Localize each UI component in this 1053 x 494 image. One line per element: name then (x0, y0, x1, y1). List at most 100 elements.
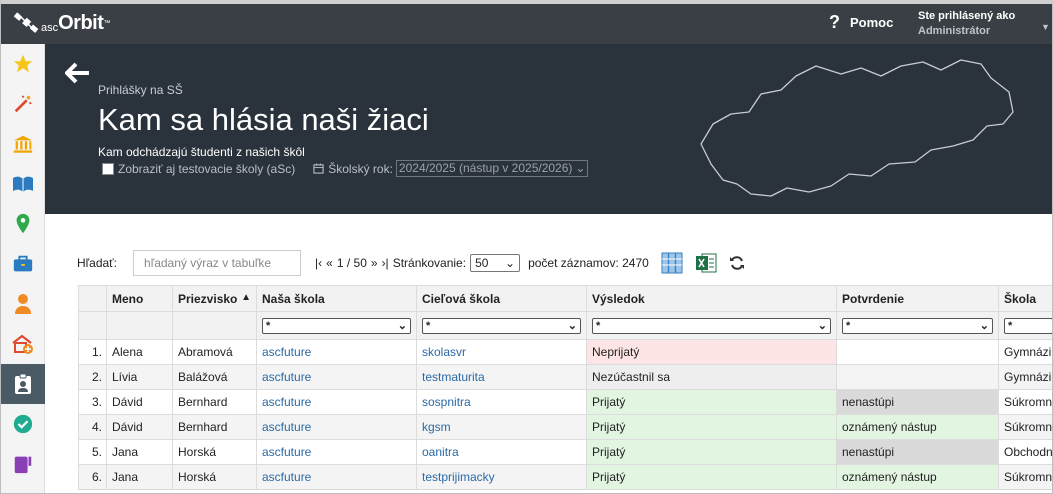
school-plus-icon (12, 334, 33, 354)
row-index: 5. (78, 439, 107, 465)
slovakia-map-outline (700, 59, 1014, 197)
magic-wand-icon (14, 95, 32, 113)
col-header-priezvisko[interactable]: Priezvisko ▲ (172, 285, 257, 312)
cell-nasa-skola[interactable]: ascfuture (256, 389, 417, 415)
cell-cielova-skola[interactable]: skolasvr (416, 339, 587, 365)
cell-meno: Alena (106, 339, 173, 365)
sidebar-item-approvals[interactable] (1, 404, 45, 444)
logo[interactable]: asc Orbit ™ (13, 8, 110, 38)
app-window: asc Orbit ™ ? Pomoc Ste prihlásený ako A… (0, 0, 1053, 494)
cell-skola: Obchodná (998, 439, 1052, 465)
filter-cielova-skola[interactable]: * ⌄ (422, 317, 581, 334)
cell-skola: Súkromná (998, 414, 1052, 440)
paging-label: Stránkovanie: (392, 256, 467, 270)
page-subtitle: Kam odchádzajú študenti z našich škôl (98, 145, 305, 159)
cell-cielova-skola[interactable]: testprijimacky (416, 464, 587, 490)
cell-nasa-skola[interactable]: ascfuture (256, 414, 417, 440)
cell-skola: Gymnázium (998, 364, 1052, 390)
sidebar-item-briefcase[interactable] (1, 244, 45, 284)
col-header-potvrdenie[interactable]: Potvrdenie (836, 285, 999, 312)
help-button[interactable]: ? Pomoc (829, 12, 893, 33)
student-icon (15, 294, 31, 314)
filter-cell: * ⌄ (416, 311, 587, 340)
cell-meno: Jana (106, 464, 173, 490)
sidebar-item-favorites[interactable] (1, 44, 45, 84)
sidebar (1, 44, 45, 493)
sidebar-item-student[interactable] (1, 284, 45, 324)
table-row[interactable]: 5. Jana Horská ascfuture oanitra Prijatý nenas… (78, 439, 1052, 465)
school-year-select[interactable]: 2024/2025 (nástup v 2025/2026) ⌄ (395, 160, 589, 177)
table-row[interactable]: 3. Dávid Bernhard ascfuture sospnitra Prijatý… (78, 389, 1052, 415)
cell-vysledok: Prijatý (586, 464, 837, 490)
sidebar-item-school-add[interactable] (1, 324, 45, 364)
user-line1: Ste prihlásený ako (918, 10, 1016, 22)
cell-nasa-skola[interactable]: ascfuture (256, 339, 417, 365)
school-year-value: 2024/2025 (nástup v 2025/2026) (398, 161, 573, 175)
logo-asc: asc (41, 22, 59, 34)
cell-cielova-skola[interactable]: sospnitra (416, 389, 587, 415)
row-index: 1. (78, 339, 107, 365)
excel-icon[interactable] (695, 252, 717, 274)
col-header-vysledok[interactable]: Výsledok (586, 285, 837, 312)
prev-page-button[interactable]: « (326, 256, 333, 270)
next-page-button[interactable]: » (371, 256, 378, 270)
filter-vysledok[interactable]: * ⌄ (592, 317, 831, 334)
table-row[interactable]: 6. Jana Horská ascfuture testprijimacky Prija… (78, 464, 1052, 490)
sidebar-item-books[interactable] (1, 164, 45, 204)
sidebar-item-canteen[interactable] (1, 444, 45, 484)
arrow-left-icon[interactable] (65, 62, 91, 84)
sidebar-item-institution[interactable] (1, 124, 45, 164)
cell-cielova-skola[interactable]: kgsm (416, 414, 587, 440)
last-page-button[interactable]: ›| (382, 256, 389, 270)
columns-icon[interactable] (661, 252, 683, 274)
star-icon (13, 54, 33, 73)
institution-icon (13, 135, 33, 153)
sidebar-item-applications[interactable] (1, 364, 45, 404)
cell-cielova-skola[interactable]: oanitra (416, 439, 587, 465)
filter-potvrdenie[interactable]: * ⌄ (842, 317, 993, 334)
cell-potvrdenie: oznámený nástup (836, 464, 999, 490)
search-input[interactable]: hľadaný výraz v tabuľke (133, 250, 302, 276)
user-line2: Administrátor (918, 25, 991, 37)
logo-orbit: Orbit (58, 11, 104, 34)
page-header: Prihlášky na SŠ Kam sa hlásia naši žiaci… (45, 44, 1052, 214)
row-index: 3. (78, 389, 107, 415)
question-icon: ? (829, 12, 840, 32)
table-row[interactable]: 4. Dávid Bernhard ascfuture kgsm Prijatý oznám… (78, 414, 1052, 440)
col-header-meno[interactable]: Meno (106, 285, 173, 312)
filter-value: * (846, 319, 851, 332)
col-header-cielova-skola[interactable]: Cieľová škola (416, 285, 587, 312)
col-header-skola[interactable]: Škola (998, 285, 1052, 312)
cell-skola: Súkromná (998, 389, 1052, 415)
test-schools-checkbox[interactable] (102, 162, 114, 175)
cell-meno: Dávid (106, 389, 173, 415)
sidebar-item-location[interactable] (1, 204, 45, 244)
book-icon (13, 176, 33, 192)
cell-potvrdenie: oznámený nástup (836, 414, 999, 440)
first-page-button[interactable]: |‹ (315, 256, 322, 270)
breadcrumb[interactable]: Prihlášky na SŠ (98, 83, 183, 97)
col-header-nasa-skola[interactable]: Naša škola (256, 285, 417, 312)
sort-asc-icon: ▲ (241, 291, 251, 303)
chevron-down-icon[interactable]: ▼ (1041, 22, 1050, 32)
cell-nasa-skola[interactable]: ascfuture (256, 464, 417, 490)
col-header-index (78, 285, 107, 312)
filter-nasa-skola[interactable]: * ⌄ (262, 317, 411, 334)
sidebar-item-wizard[interactable] (1, 84, 45, 124)
cell-meno: Jana (106, 439, 173, 465)
chevron-down-icon: ⌄ (979, 320, 989, 332)
table-body: 1. Alena Abramová ascfuture skolasvr Neprijat… (78, 339, 1052, 490)
cell-potvrdenie (836, 364, 999, 390)
cell-nasa-skola[interactable]: ascfuture (256, 439, 417, 465)
cell-cielova-skola[interactable]: testmaturita (416, 364, 587, 390)
table-row[interactable]: 1. Alena Abramová ascfuture skolasvr Neprijat… (78, 339, 1052, 365)
cell-nasa-skola[interactable]: ascfuture (256, 364, 417, 390)
refresh-icon[interactable] (729, 255, 745, 271)
user-menu[interactable]: Ste prihlásený ako Administrátor (918, 9, 1015, 39)
table-row[interactable]: 2. Lívia Balážová ascfuture testmaturita Nezú… (78, 364, 1052, 390)
top-bar: asc Orbit ™ ? Pomoc Ste prihlásený ako A… (1, 4, 1052, 44)
page-size-select[interactable]: 50 ⌄ (470, 254, 521, 272)
help-label: Pomoc (850, 15, 894, 30)
test-schools-label[interactable]: Zobraziť aj testovacie školy (aSc) (118, 162, 295, 176)
filter-skola[interactable]: * (1004, 317, 1052, 334)
